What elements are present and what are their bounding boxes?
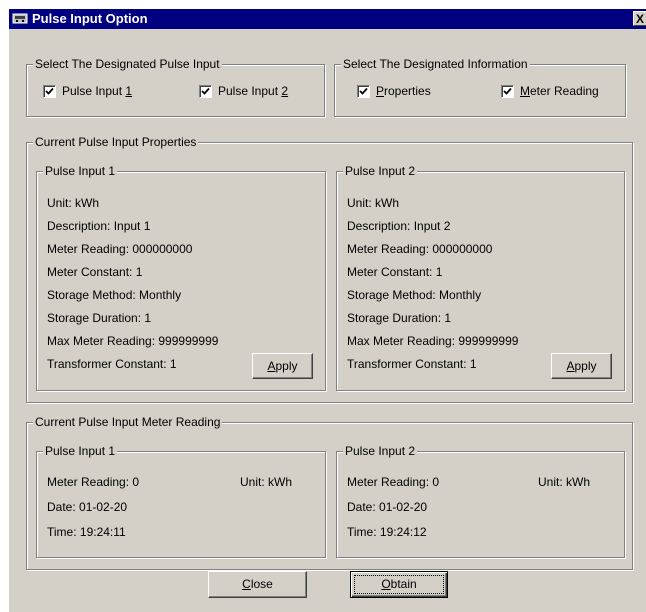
current-properties-label: Current Pulse Input Properties — [33, 135, 199, 149]
storage-method-text: Storage Method: Monthly — [347, 288, 482, 302]
checkmark-icon — [199, 85, 212, 99]
window-title: Pulse Input Option — [32, 11, 148, 26]
current-meter-reading-label: Current Pulse Input Meter Reading — [33, 415, 223, 429]
storage-duration-text: Storage Duration: 1 — [47, 311, 152, 325]
select-pulse-input-group: Select The Designated Pulse Input Pulse … — [26, 57, 325, 117]
close-icon[interactable]: X — [633, 11, 646, 26]
pulse-input-option-dialog: Pulse Input Option X Select The Designat… — [8, 8, 646, 612]
apply-button-2[interactable]: Apply — [551, 353, 612, 379]
unit-text: Unit: kWh — [347, 196, 400, 210]
pulse-input-1-checkbox[interactable]: Pulse Input 1 — [43, 83, 132, 99]
meter-constant-text: Meter Constant: 1 — [347, 265, 443, 279]
description-text: Description: Input 1 — [47, 219, 151, 233]
date-value: Date: 01-02-20 — [47, 500, 128, 514]
title-bar[interactable]: Pulse Input Option X — [9, 9, 646, 29]
current-meter-reading-group: Current Pulse Input Meter Reading Pulse … — [26, 415, 633, 570]
unit-text: Unit: kWh — [47, 196, 100, 210]
properties-pulse-input-1-label: Pulse Input 1 — [43, 164, 118, 178]
reading-pulse-input-2: Pulse Input 2 Meter Reading: 0 Unit: kWh… — [336, 444, 625, 558]
storage-duration-text: Storage Duration: 1 — [347, 311, 452, 325]
time-value: Time: 19:24:12 — [347, 525, 427, 539]
meter-reading-text: Meter Reading: 000000000 — [347, 242, 493, 256]
apply-button-1[interactable]: Apply — [252, 353, 313, 379]
reading-pulse-input-2-label: Pulse Input 2 — [343, 444, 418, 458]
checkmark-icon — [501, 85, 514, 99]
meter-reading-checkbox[interactable]: Meter Reading — [501, 83, 599, 99]
properties-pulse-input-1: Pulse Input 1 Unit: kWh Description: Inp… — [36, 164, 326, 391]
max-meter-reading-text: Max Meter Reading: 999999999 — [347, 334, 519, 348]
pulse-input-2-checkbox[interactable]: Pulse Input 2 — [199, 83, 288, 99]
select-pulse-input-label: Select The Designated Pulse Input — [33, 57, 222, 71]
reading-pulse-input-1-label: Pulse Input 1 — [43, 444, 118, 458]
checkmark-icon — [357, 85, 370, 99]
select-information-group: Select The Designated Information Proper… — [334, 57, 626, 117]
time-value: Time: 19:24:11 — [47, 525, 126, 539]
meter-reading-value: Meter Reading: 0 — [47, 475, 140, 489]
date-value: Date: 01-02-20 — [347, 500, 428, 514]
description-text: Description: Input 2 — [347, 219, 451, 233]
meter-app-icon — [12, 13, 28, 24]
select-information-label: Select The Designated Information — [341, 57, 530, 71]
obtain-button[interactable]: Obtain — [350, 571, 448, 598]
transformer-constant-text: Transformer Constant: 1 — [347, 357, 477, 371]
meter-reading-text: Meter Reading: 000000000 — [47, 242, 193, 256]
current-properties-group: Current Pulse Input Properties Pulse Inp… — [26, 135, 633, 403]
close-button[interactable]: Close — [208, 571, 307, 598]
properties-pulse-input-2-label: Pulse Input 2 — [343, 164, 418, 178]
meter-constant-text: Meter Constant: 1 — [47, 265, 143, 279]
properties-checkbox[interactable]: Properties — [357, 83, 431, 99]
storage-method-text: Storage Method: Monthly — [47, 288, 182, 302]
meter-reading-value: Meter Reading: 0 — [347, 475, 440, 489]
unit-value: Unit: kWh — [240, 475, 293, 489]
unit-value: Unit: kWh — [538, 475, 591, 489]
checkmark-icon — [43, 85, 56, 99]
transformer-constant-text: Transformer Constant: 1 — [47, 357, 177, 371]
max-meter-reading-text: Max Meter Reading: 999999999 — [47, 334, 219, 348]
properties-pulse-input-2: Pulse Input 2 Unit: kWh Description: Inp… — [336, 164, 625, 391]
reading-pulse-input-1: Pulse Input 1 Meter Reading: 0 Unit: kWh… — [36, 444, 326, 558]
